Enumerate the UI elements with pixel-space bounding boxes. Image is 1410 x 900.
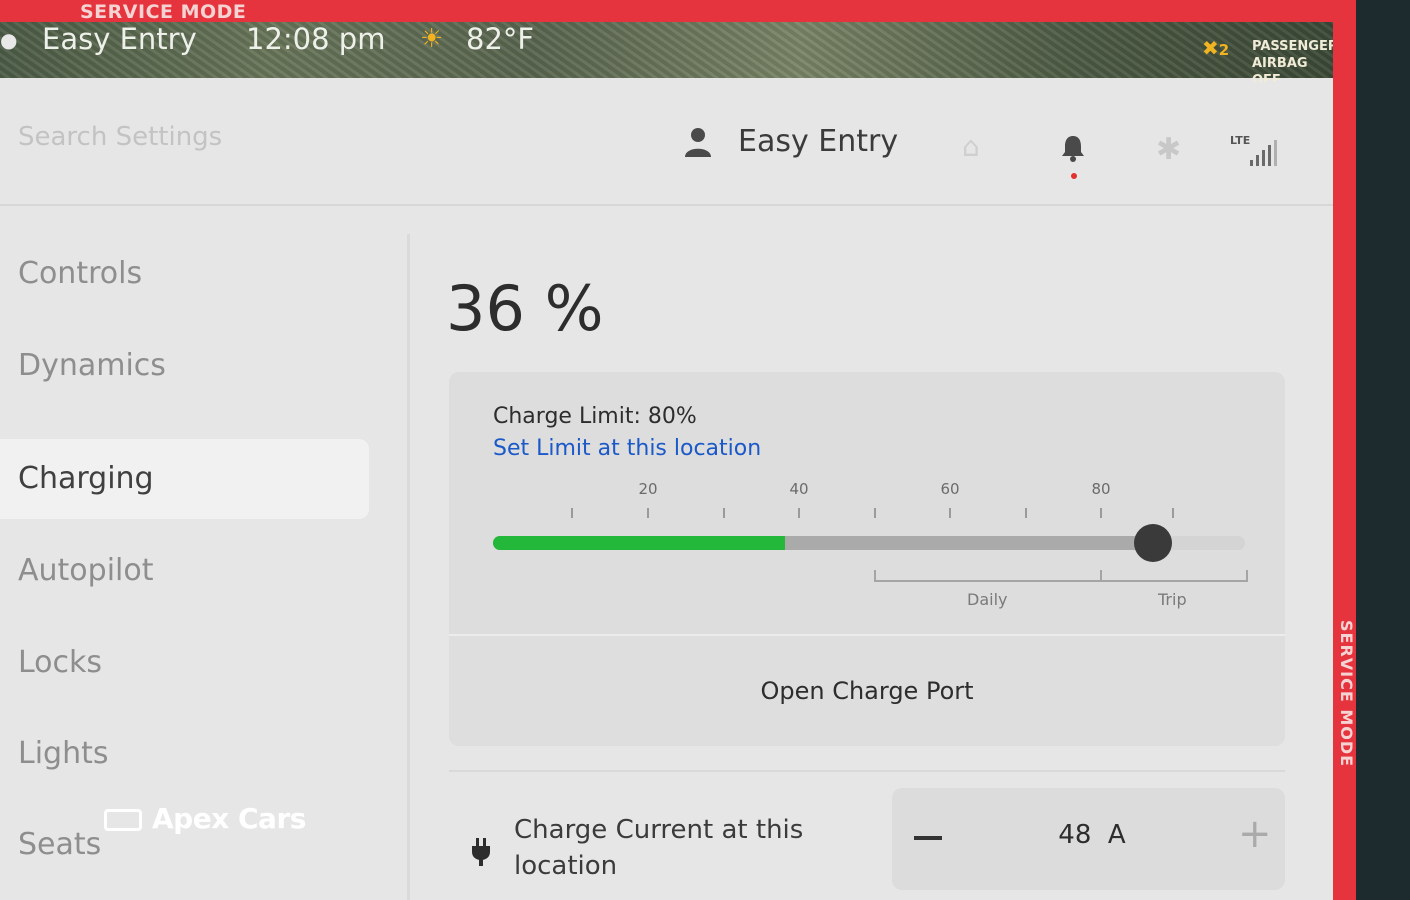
tick-mark — [1100, 508, 1102, 518]
daily-range-label: Daily — [967, 590, 1008, 609]
sidebar-divider — [407, 234, 410, 900]
sidebar-item-charging[interactable]: Charging — [0, 439, 369, 519]
airbag-off-icon: ✖2 — [1202, 36, 1230, 60]
sidebar-item-autopilot[interactable]: Autopilot — [0, 531, 369, 611]
tick-mark — [949, 508, 951, 518]
airbag-line-2: AIRBAG OFF — [1252, 56, 1308, 82]
tick-mark — [874, 508, 876, 518]
tick-mark — [571, 508, 573, 518]
sidebar-item-lights[interactable]: Lights — [0, 714, 369, 794]
watermark: Apex Cars — [104, 802, 306, 835]
user-icon[interactable] — [684, 126, 712, 158]
open-charge-port-button[interactable]: Open Charge Port — [449, 636, 1285, 746]
tick-label-80: 80 — [1091, 480, 1111, 498]
status-temperature: 82°F — [466, 22, 535, 56]
decrease-current-button[interactable] — [914, 836, 942, 840]
status-bar: ● Easy Entry 12:08 pm ☀ 82°F ✖2 PASSENGE… — [0, 22, 1333, 82]
settings-sidebar: Controls Dynamics Charging Autopilot Loc… — [0, 234, 410, 900]
tick-label-40: 40 — [789, 480, 809, 498]
sun-icon: ☀ — [420, 24, 444, 54]
charge-current-unit: A — [1107, 820, 1126, 850]
service-mode-label-side: SERVICE MODE — [1337, 620, 1356, 768]
bluetooth-icon[interactable]: ✱ — [1156, 132, 1181, 167]
settings-top-bar: Search Settings Easy Entry ⌂ ✱ LTE — [0, 78, 1333, 206]
settings-panel: Search Settings Easy Entry ⌂ ✱ LTE Contr… — [0, 78, 1333, 900]
charge-limit-card: Charge Limit: 80% Set Limit at this loca… — [449, 372, 1285, 746]
sidebar-item-locks[interactable]: Locks — [0, 623, 369, 703]
tick-label-20: 20 — [638, 480, 658, 498]
daily-trip-divider — [1100, 570, 1102, 580]
increase-current-button[interactable]: + — [1238, 810, 1272, 858]
status-time: 12:08 pm — [246, 22, 386, 56]
user-profile-name[interactable]: Easy Entry — [738, 124, 898, 159]
charge-current-number: 48 — [1058, 820, 1092, 850]
search-settings-input[interactable]: Search Settings — [18, 122, 222, 152]
profile-icon[interactable]: ● — [0, 28, 17, 54]
bell-icon[interactable] — [1061, 134, 1085, 162]
watermark-text: Apex Cars — [152, 802, 306, 835]
charge-limit-slider-handle[interactable] — [1133, 524, 1172, 562]
tick-mark — [798, 508, 800, 518]
garage-icon[interactable]: ⌂ — [962, 130, 980, 163]
lte-label: LTE — [1230, 134, 1251, 147]
battery-percentage: 36 % — [446, 272, 604, 345]
passenger-airbag-status: PASSENGER AIRBAG OFF — [1252, 38, 1333, 82]
watermark-logo-icon — [104, 809, 142, 831]
airbag-line-1: PASSENGER — [1252, 39, 1333, 54]
charge-limit-slider-track[interactable] — [493, 524, 1245, 562]
service-mode-label-top: SERVICE MODE — [80, 1, 247, 23]
charge-current-value: 48 A — [1032, 820, 1152, 850]
trip-range-label: Trip — [1158, 590, 1187, 609]
daily-trip-bracket — [874, 570, 1248, 582]
battery-level-fill — [493, 536, 786, 550]
tick-mark — [1025, 508, 1027, 518]
cell-signal-icon — [1250, 140, 1278, 166]
sidebar-item-controls[interactable]: Controls — [0, 234, 369, 314]
section-separator — [449, 770, 1285, 772]
charge-current-label: Charge Current at this location — [514, 815, 804, 881]
tick-mark — [723, 508, 725, 518]
charge-limit-text: Charge Limit: 80% — [493, 404, 697, 429]
tick-label-60: 60 — [940, 480, 960, 498]
set-limit-location-link[interactable]: Set Limit at this location — [493, 436, 761, 461]
status-profile-name[interactable]: Easy Entry — [42, 22, 197, 56]
notification-dot — [1071, 173, 1077, 179]
plug-icon — [472, 838, 490, 866]
charge-current-stepper: 48 A + — [892, 788, 1285, 890]
tick-mark — [647, 508, 649, 518]
airbag-seat-number: 2 — [1218, 41, 1230, 59]
sidebar-item-dynamics[interactable]: Dynamics — [0, 326, 369, 406]
tick-mark — [1172, 508, 1174, 518]
